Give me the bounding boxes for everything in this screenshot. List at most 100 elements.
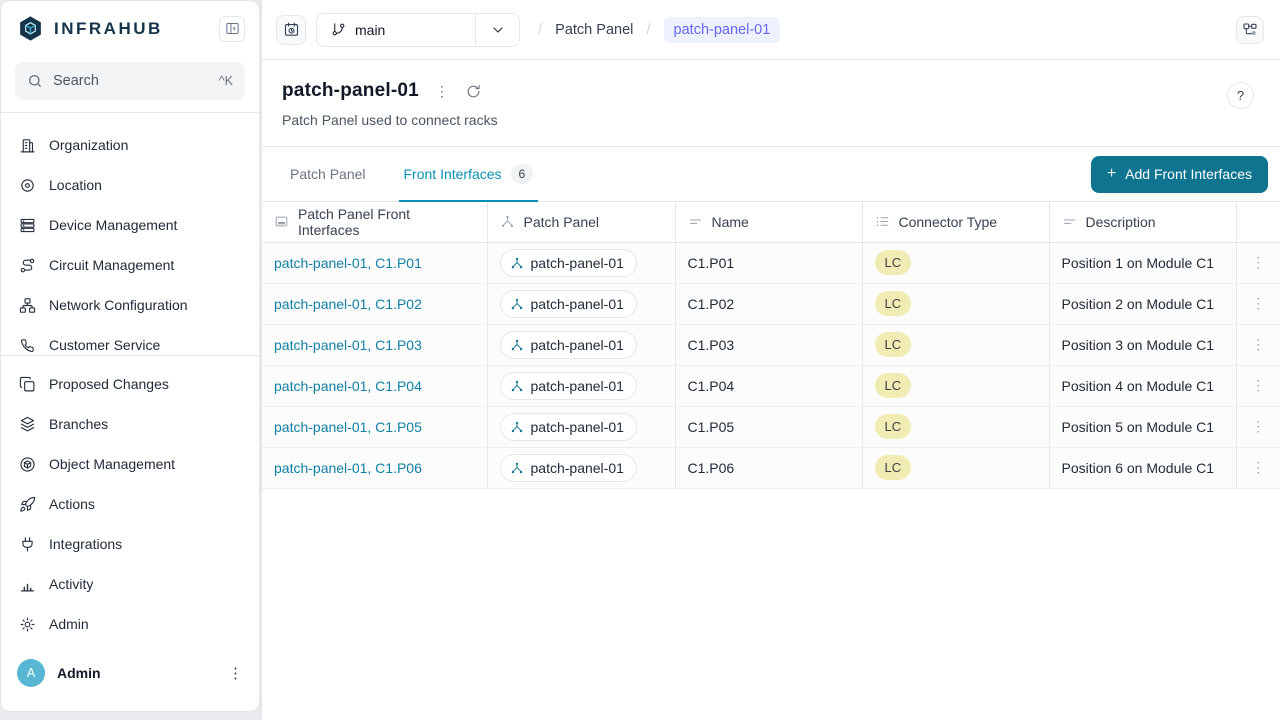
tab-count-badge: 6 bbox=[511, 164, 534, 184]
patch-panel-pill[interactable]: patch-panel-01 bbox=[500, 290, 637, 318]
patch-panel-pill[interactable]: patch-panel-01 bbox=[500, 331, 637, 359]
sidebar-item-object-management[interactable]: Object Management bbox=[9, 444, 251, 484]
user-menu[interactable]: A Admin ⋮ bbox=[1, 649, 259, 711]
sidebar-item-label: Device Management bbox=[49, 217, 177, 233]
sidebar-collapse-button[interactable] bbox=[219, 16, 245, 42]
sidebar-item-device-management[interactable]: Device Management bbox=[9, 205, 251, 245]
help-button[interactable]: ? bbox=[1227, 82, 1254, 109]
interface-link[interactable]: patch-panel-01, C1.P06 bbox=[274, 460, 422, 476]
sidebar-item-network-configuration[interactable]: Network Configuration bbox=[9, 285, 251, 325]
patch-panel-cell: patch-panel-01 bbox=[487, 242, 675, 283]
interface-link[interactable]: patch-panel-01, C1.P02 bbox=[274, 296, 422, 312]
page-title: patch-panel-01 bbox=[282, 80, 419, 102]
table-row: patch-panel-01, C1.P06 patch-panel-01 C1… bbox=[262, 447, 1280, 488]
table-header: Patch Panel Front Interfaces Patch Panel bbox=[262, 202, 1280, 242]
sidebar-item-circuit-management[interactable]: Circuit Management bbox=[9, 245, 251, 285]
user-kebab-button[interactable]: ⋮ bbox=[228, 666, 243, 681]
connector-type-cell: LC bbox=[862, 365, 1049, 406]
user-name: Admin bbox=[57, 665, 101, 681]
tab-bar: Patch Panel Front Interfaces 6 + Add Fro… bbox=[262, 147, 1280, 202]
column-header-actions bbox=[1236, 202, 1280, 242]
brand-name: INFRAHUB bbox=[54, 19, 163, 39]
patch-panel-pill[interactable]: patch-panel-01 bbox=[500, 454, 637, 482]
column-header-connector-type[interactable]: Connector Type bbox=[862, 202, 1049, 242]
search-input[interactable]: Search ^K bbox=[15, 62, 245, 100]
sidebar-item-label: Circuit Management bbox=[49, 257, 174, 273]
tab-label: Front Interfaces bbox=[404, 166, 502, 182]
sidebar-header: INFRAHUB bbox=[1, 1, 259, 52]
column-header-patch-panel[interactable]: Patch Panel bbox=[487, 202, 675, 242]
sidebar-item-organization[interactable]: Organization bbox=[9, 125, 251, 165]
interface-link[interactable]: patch-panel-01, C1.P05 bbox=[274, 419, 422, 435]
interface-link[interactable]: patch-panel-01, C1.P01 bbox=[274, 255, 422, 271]
connector-type-badge: LC bbox=[875, 414, 912, 439]
patch-panel-pill[interactable]: patch-panel-01 bbox=[500, 413, 637, 441]
sidebar-item-label: Object Management bbox=[49, 456, 175, 472]
card-icon bbox=[274, 214, 289, 229]
patch-panel-pill-label: patch-panel-01 bbox=[531, 460, 624, 476]
connector-type-badge: LC bbox=[875, 373, 912, 398]
sidebar-item-activity[interactable]: Activity bbox=[9, 564, 251, 604]
refresh-button[interactable] bbox=[465, 83, 482, 100]
sidebar-item-integrations[interactable]: Integrations bbox=[9, 524, 251, 564]
tab-patch-panel[interactable]: Patch Panel bbox=[290, 147, 366, 201]
patch-panel-pill[interactable]: patch-panel-01 bbox=[500, 249, 637, 277]
sidebar-item-label: Organization bbox=[49, 137, 128, 153]
tab-front-interfaces[interactable]: Front Interfaces 6 bbox=[404, 147, 534, 201]
gear-icon bbox=[19, 616, 36, 633]
phone-icon bbox=[19, 337, 36, 354]
sidebar-item-customer-service[interactable]: Customer Service bbox=[9, 325, 251, 356]
row-actions-button[interactable] bbox=[1251, 336, 1265, 353]
topbar-right bbox=[1236, 16, 1264, 44]
sidebar-item-proposed-changes[interactable]: Proposed Changes bbox=[9, 364, 251, 404]
sidebar-item-location[interactable]: Location bbox=[9, 165, 251, 205]
interface-link[interactable]: patch-panel-01, C1.P03 bbox=[274, 337, 422, 353]
relation-icon bbox=[510, 420, 524, 434]
time-travel-button[interactable] bbox=[276, 15, 306, 45]
interface-cell: patch-panel-01, C1.P03 bbox=[262, 324, 487, 365]
patch-panel-cell: patch-panel-01 bbox=[487, 324, 675, 365]
branch-selector[interactable]: main bbox=[316, 13, 520, 47]
sidebar-item-admin[interactable]: Admin bbox=[9, 604, 251, 644]
page-header: patch-panel-01 ⋮ Patch Panel used to con… bbox=[262, 60, 1280, 147]
breadcrumb-current[interactable]: patch-panel-01 bbox=[664, 17, 781, 43]
interface-cell: patch-panel-01, C1.P01 bbox=[262, 242, 487, 283]
sidebar-menu-primary: Organization Location Device Management bbox=[1, 112, 259, 356]
column-header-name[interactable]: Name bbox=[675, 202, 862, 242]
branch-caret[interactable] bbox=[475, 14, 519, 46]
front-interfaces-table: Patch Panel Front Interfaces Patch Panel bbox=[262, 202, 1280, 489]
relation-icon bbox=[510, 338, 524, 352]
page-subtitle: Patch Panel used to connect racks bbox=[282, 112, 1260, 128]
patch-panel-cell: patch-panel-01 bbox=[487, 283, 675, 324]
row-actions-button[interactable] bbox=[1251, 295, 1265, 312]
sidebar-item-label: Location bbox=[49, 177, 102, 193]
circle-dot-icon bbox=[19, 177, 36, 194]
row-actions-button[interactable] bbox=[1251, 418, 1265, 435]
schema-button[interactable] bbox=[1236, 16, 1264, 44]
sidebar-item-actions[interactable]: Actions bbox=[9, 484, 251, 524]
patch-panel-pill[interactable]: patch-panel-01 bbox=[500, 372, 637, 400]
rocket-icon bbox=[19, 496, 36, 513]
relation-icon bbox=[500, 214, 515, 229]
git-branch-icon bbox=[331, 22, 346, 37]
title-kebab-button[interactable]: ⋮ bbox=[435, 84, 449, 98]
copy-icon bbox=[19, 376, 36, 393]
row-actions-button[interactable] bbox=[1251, 254, 1265, 271]
table-row: patch-panel-01, C1.P01 patch-panel-01 C1… bbox=[262, 242, 1280, 283]
interface-link[interactable]: patch-panel-01, C1.P04 bbox=[274, 378, 422, 394]
column-header-front-interfaces[interactable]: Patch Panel Front Interfaces bbox=[262, 202, 487, 242]
sidebar-item-branches[interactable]: Branches bbox=[9, 404, 251, 444]
search-shortcut: ^K bbox=[219, 74, 233, 88]
name-cell: C1.P02 bbox=[675, 283, 862, 324]
connector-type-cell: LC bbox=[862, 447, 1049, 488]
app-root: INFRAHUB Search ^K Organization bbox=[0, 0, 1280, 720]
column-header-description[interactable]: Description bbox=[1049, 202, 1236, 242]
row-actions-button[interactable] bbox=[1251, 377, 1265, 394]
row-actions-button[interactable] bbox=[1251, 459, 1265, 476]
breadcrumb-section[interactable]: Patch Panel bbox=[555, 22, 633, 38]
add-front-interfaces-button[interactable]: + Add Front Interfaces bbox=[1091, 156, 1268, 193]
breadcrumb: / Patch Panel / patch-panel-01 bbox=[538, 17, 780, 43]
main-area: main / Patch Panel / patch-panel-01 bbox=[261, 0, 1280, 720]
description-cell: Position 4 on Module C1 bbox=[1049, 365, 1236, 406]
connector-type-badge: LC bbox=[875, 455, 912, 480]
